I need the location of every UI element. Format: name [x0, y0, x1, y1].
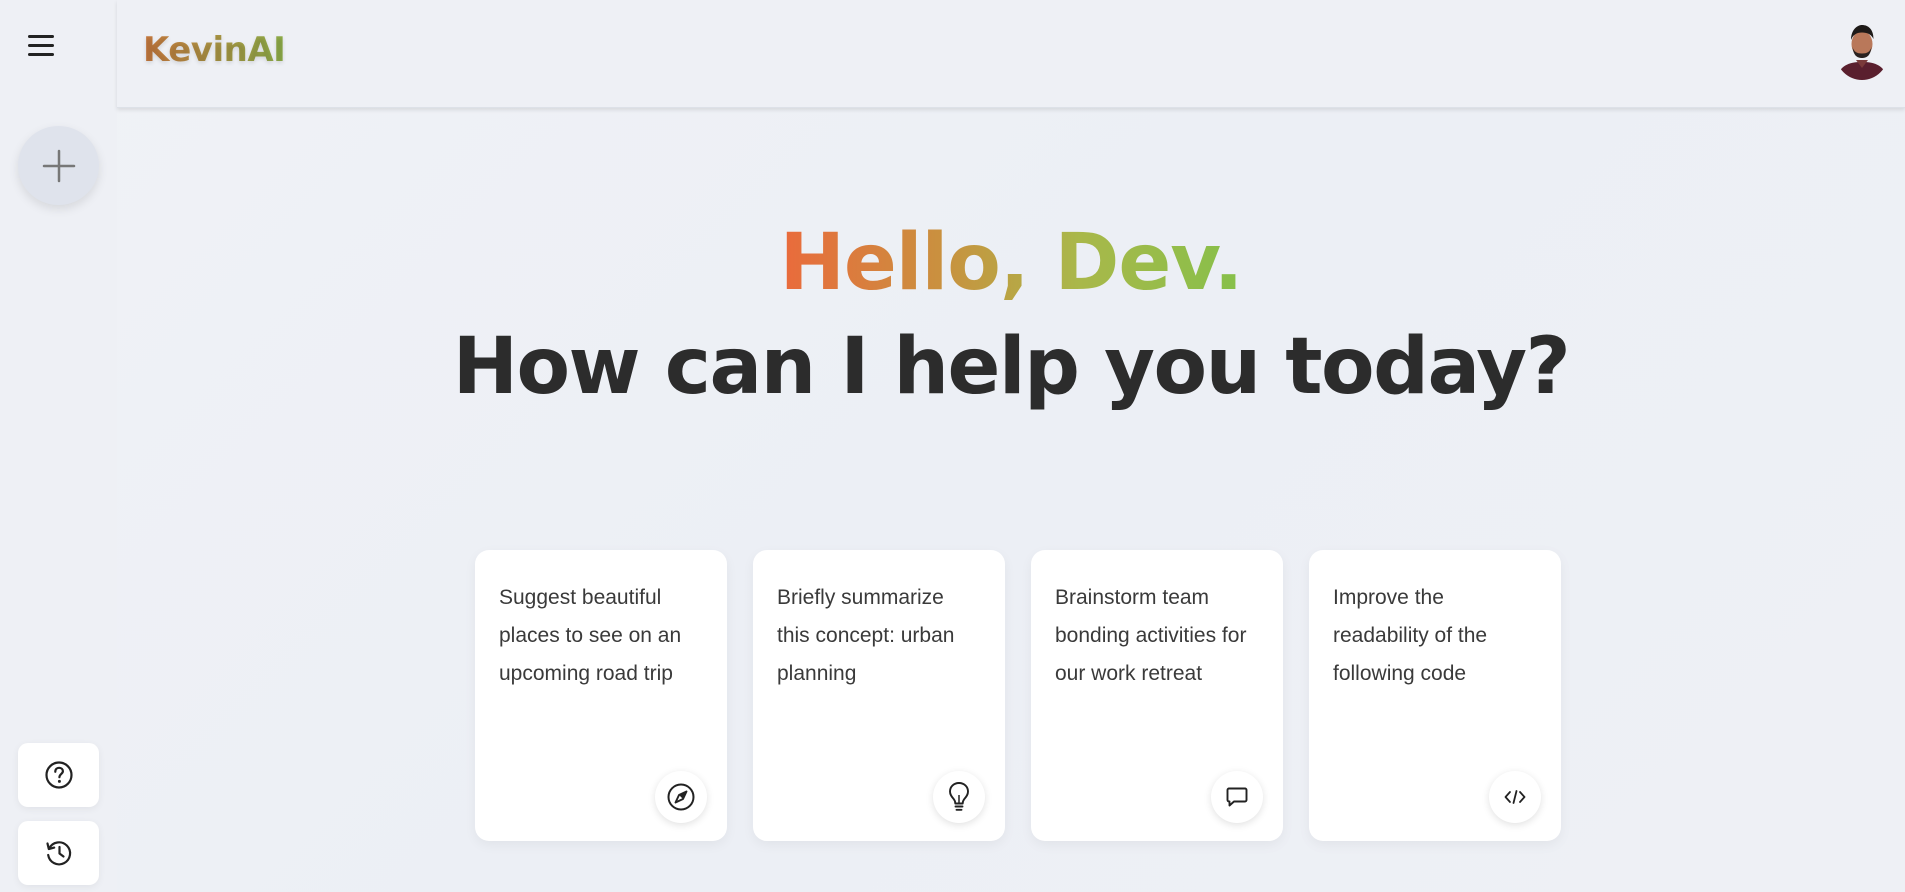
greeting-heading: Hello, Dev.	[117, 218, 1905, 308]
compass-icon	[655, 771, 707, 823]
menu-line	[28, 43, 54, 47]
suggestion-card-text: Brainstorm team bonding activities for o…	[1055, 586, 1247, 685]
menu-line	[28, 34, 54, 38]
history-icon	[45, 841, 71, 866]
plus-icon	[42, 149, 75, 182]
history-button[interactable]	[18, 821, 99, 885]
suggestion-cards: Suggest beautiful places to see on an up…	[475, 550, 1561, 841]
subtitle-heading: How can I help you today?	[452, 322, 1571, 412]
suggestion-card-text: Improve the readability of the following…	[1333, 586, 1488, 685]
suggestion-card-text: Briefly summarize this concept: urban pl…	[777, 586, 955, 685]
avatar-icon	[1836, 25, 1888, 80]
top-bar: KevinAI	[117, 0, 1905, 108]
suggestion-card[interactable]: Improve the readability of the following…	[1309, 550, 1561, 841]
sidebar	[0, 0, 117, 892]
lightbulb-icon	[933, 771, 985, 823]
greeting-text: Hello, Dev.	[779, 218, 1244, 308]
user-avatar[interactable]	[1836, 20, 1888, 82]
suggestion-card[interactable]: Suggest beautiful places to see on an up…	[475, 550, 727, 841]
chat-icon	[1211, 771, 1263, 823]
hamburger-icon[interactable]	[28, 30, 62, 60]
help-button[interactable]	[18, 743, 99, 807]
suggestion-card[interactable]: Briefly summarize this concept: urban pl…	[753, 550, 1005, 841]
new-chat-button[interactable]	[18, 126, 99, 205]
menu-line	[28, 52, 54, 56]
suggestion-card[interactable]: Brainstorm team bonding activities for o…	[1031, 550, 1283, 841]
code-icon	[1489, 771, 1541, 823]
brand-logo: KevinAI	[143, 30, 286, 70]
help-icon	[44, 761, 73, 789]
suggestion-card-text: Suggest beautiful places to see on an up…	[499, 586, 682, 685]
